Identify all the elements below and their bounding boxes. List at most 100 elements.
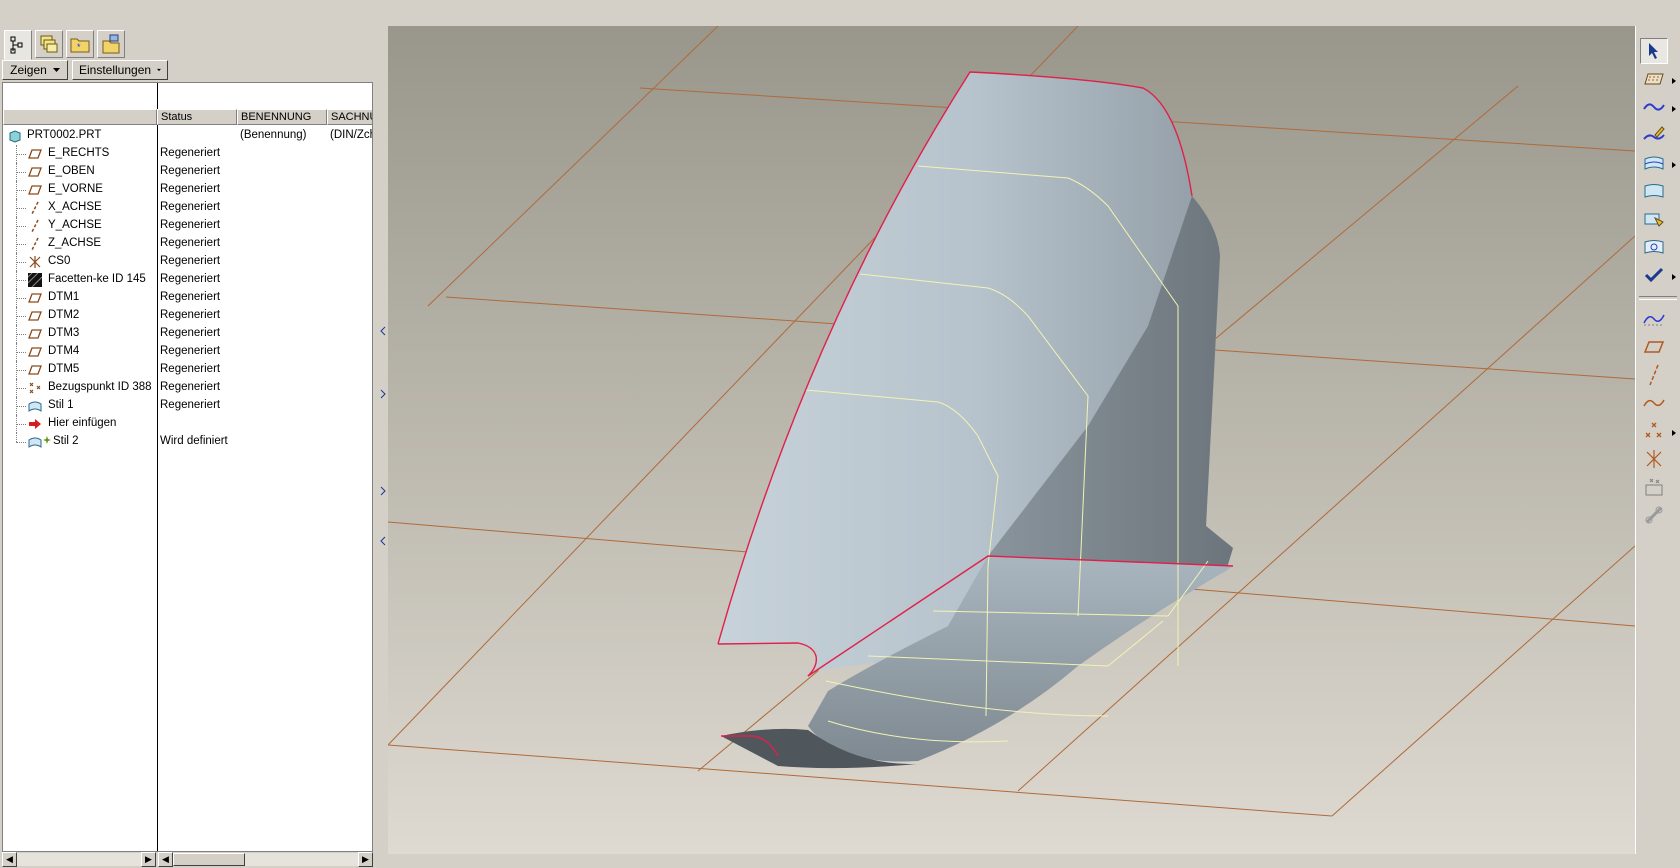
coordinate-system-tool-button[interactable] bbox=[1640, 446, 1668, 472]
header-benennung[interactable]: BENENNUNG bbox=[237, 109, 327, 125]
tree-item-status: Regeneriert bbox=[160, 345, 221, 357]
tree-row[interactable]: DTM1 Regeneriert bbox=[3, 289, 372, 307]
svg-text:*: * bbox=[77, 42, 81, 52]
done-button[interactable] bbox=[1640, 262, 1668, 288]
panel-splitter[interactable] bbox=[378, 26, 388, 854]
datum-axis-icon bbox=[31, 219, 39, 233]
scroll-left-button[interactable]: ◀ bbox=[2, 852, 17, 867]
scroll-thumb[interactable] bbox=[173, 853, 245, 866]
scroll-right-button[interactable]: ▶ bbox=[141, 852, 156, 867]
header-sachnummer[interactable]: SACHNU bbox=[327, 109, 372, 125]
flyout-arrow[interactable] bbox=[1672, 78, 1676, 84]
tab-model-tree[interactable] bbox=[4, 30, 32, 60]
tree-row[interactable]: E_VORNE Regeneriert bbox=[3, 181, 372, 199]
select-tool-button[interactable] bbox=[1640, 38, 1668, 64]
expand-right-icon bbox=[380, 486, 386, 496]
tree-item-label: DTM5 bbox=[48, 363, 80, 375]
surface-icon bbox=[1644, 156, 1664, 170]
tree-item-label: PRT0002.PRT bbox=[27, 129, 102, 141]
tree-row-root[interactable]: PRT0002.PRT (Benennung) (DIN/Zch bbox=[3, 127, 372, 145]
datum-point-tool-icon bbox=[1645, 422, 1662, 438]
tree-rows: PRT0002.PRT (Benennung) (DIN/Zch E_RECHT… bbox=[3, 127, 372, 451]
tab-favorites[interactable] bbox=[97, 30, 125, 58]
tree-row[interactable]: Y_ACHSE Regeneriert bbox=[3, 217, 372, 235]
tree-item-status: Regeneriert bbox=[160, 219, 221, 231]
scroll-track[interactable] bbox=[245, 853, 358, 866]
active-star-icon bbox=[43, 436, 51, 444]
tree-row[interactable]: Z_ACHSE Regeneriert bbox=[3, 235, 372, 253]
surface-trim-button[interactable] bbox=[1640, 206, 1668, 232]
tree-row[interactable]: CS0 Regeneriert bbox=[3, 253, 372, 271]
graphics-viewport[interactable] bbox=[388, 26, 1635, 854]
surface-edit-button[interactable] bbox=[1640, 234, 1668, 260]
tree-row[interactable]: DTM3 Regeneriert bbox=[3, 325, 372, 343]
datum-display-button[interactable] bbox=[1640, 306, 1668, 332]
surface-trim-icon bbox=[1644, 213, 1664, 227]
datum-plane-icon bbox=[28, 329, 42, 339]
edit-curve-button[interactable] bbox=[1640, 122, 1668, 148]
datum-curve-tool-button[interactable] bbox=[1640, 390, 1668, 416]
tree-row[interactable]: E_OBEN Regeneriert bbox=[3, 163, 372, 181]
flyout-arrow[interactable] bbox=[1672, 430, 1676, 436]
datum-plane-icon bbox=[28, 149, 42, 159]
tree-row[interactable]: Stil 2 Wird definiert bbox=[3, 433, 372, 451]
tree-row[interactable]: DTM2 Regeneriert bbox=[3, 307, 372, 325]
scroll-track[interactable] bbox=[17, 853, 141, 866]
datum-display-icon bbox=[1643, 314, 1665, 326]
navigator-panel: * Zeigen Einstellungen Status BENENNUNG … bbox=[0, 26, 378, 868]
tree-item-status: Regeneriert bbox=[160, 147, 221, 159]
surface-edit-icon bbox=[1644, 240, 1664, 254]
tab-folder-browser[interactable]: * bbox=[66, 30, 94, 58]
disabled-tool-button[interactable] bbox=[1640, 502, 1668, 528]
curve-button[interactable] bbox=[1640, 94, 1668, 120]
settings-dropdown-button[interactable]: Einstellungen bbox=[72, 60, 168, 80]
chevron-down-icon bbox=[52, 68, 60, 72]
tree-item-status: Regeneriert bbox=[160, 165, 221, 177]
tab-layer-tree[interactable] bbox=[35, 30, 63, 58]
datum-plane-icon bbox=[28, 185, 42, 195]
edit-curve-icon bbox=[1643, 126, 1665, 140]
tree-row[interactable]: DTM4 Regeneriert bbox=[3, 343, 372, 361]
style-feature-active-icon bbox=[28, 437, 42, 448]
datum-axis-tool-button[interactable] bbox=[1640, 362, 1668, 388]
folder-browser-icon: * bbox=[70, 38, 90, 53]
layer-tree-icon bbox=[40, 35, 58, 53]
surface-button[interactable] bbox=[1640, 150, 1668, 176]
sketch-plane-button[interactable] bbox=[1640, 66, 1668, 92]
tree-item-label: Y_ACHSE bbox=[48, 219, 102, 231]
scroll-left-button[interactable]: ◀ bbox=[158, 852, 173, 867]
tree-row-insert-here[interactable]: Hier einfügen bbox=[3, 415, 372, 433]
tree-item-status: Regeneriert bbox=[160, 255, 221, 267]
header-status[interactable]: Status bbox=[157, 109, 237, 125]
toolbar-separator bbox=[1639, 296, 1677, 300]
model-view-canvas[interactable] bbox=[388, 26, 1635, 854]
tree-row[interactable]: DTM5 Regeneriert bbox=[3, 361, 372, 379]
datum-axis-tool-icon bbox=[1649, 364, 1659, 386]
datum-plane-tool-button[interactable] bbox=[1640, 334, 1668, 360]
navigator-tabs: * bbox=[4, 30, 125, 60]
show-dropdown-button[interactable]: Zeigen bbox=[2, 60, 68, 80]
header-name-column[interactable] bbox=[3, 109, 157, 125]
tree-item-status: Wird definiert bbox=[160, 435, 228, 447]
style-right-toolbar bbox=[1635, 26, 1680, 854]
tree-item-label: DTM1 bbox=[48, 291, 80, 303]
surface-connect-button[interactable] bbox=[1640, 178, 1668, 204]
tree-row[interactable]: Stil 1 Regeneriert bbox=[3, 397, 372, 415]
tree-row[interactable]: Facetten-ke ID 145 Regeneriert bbox=[3, 271, 372, 289]
flyout-arrow[interactable] bbox=[1672, 106, 1676, 112]
chevron-down-icon bbox=[157, 68, 161, 72]
collapse-left-icon bbox=[380, 326, 386, 336]
style-feature-icon bbox=[28, 401, 42, 412]
tree-item-label: CS0 bbox=[48, 255, 71, 267]
scroll-right-button[interactable]: ▶ bbox=[358, 852, 373, 867]
tree-row[interactable]: X_ACHSE Regeneriert bbox=[3, 199, 372, 217]
tree-item-status: Regeneriert bbox=[160, 291, 221, 303]
flyout-arrow[interactable] bbox=[1672, 162, 1676, 168]
tree-column-headers: Status BENENNUNG SACHNU bbox=[3, 109, 372, 125]
tree-row[interactable]: Bezugspunkt ID 388 Regeneriert bbox=[3, 379, 372, 397]
flyout-arrow[interactable] bbox=[1672, 274, 1676, 280]
analysis-button[interactable] bbox=[1640, 474, 1668, 500]
datum-point-tool-button[interactable] bbox=[1640, 418, 1668, 444]
tree-item-label: X_ACHSE bbox=[48, 201, 102, 213]
tree-row[interactable]: E_RECHTS Regeneriert bbox=[3, 145, 372, 163]
